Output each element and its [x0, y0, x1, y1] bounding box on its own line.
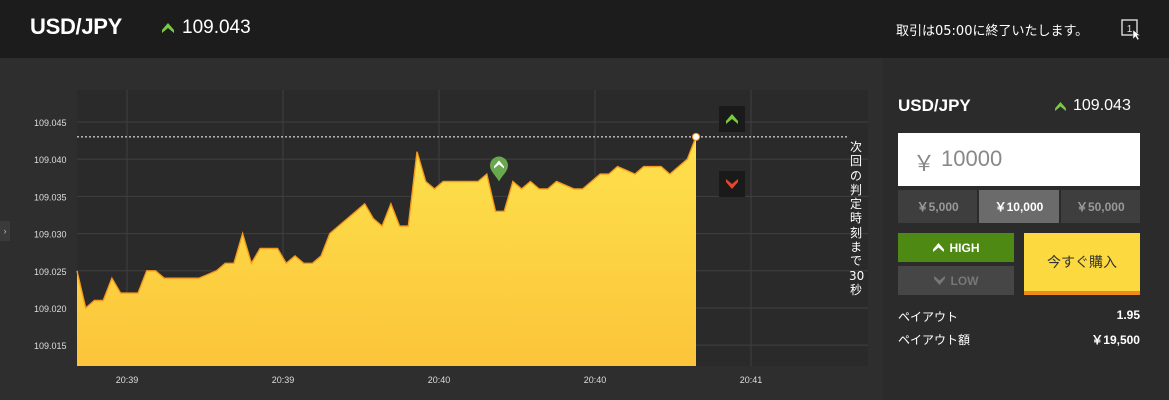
panel-pair-title: USD/JPY [898, 96, 971, 115]
payout-label: ペイアウト [898, 310, 959, 324]
amount-input[interactable]: ￥ 10000 [898, 133, 1140, 186]
down-arrow-icon [933, 276, 945, 285]
up-arrow-icon [932, 243, 944, 252]
preset-50000-button[interactable]: ￥50,000 [1060, 190, 1140, 223]
high-button[interactable]: HIGH [898, 233, 1014, 262]
panel-rate: 109.043 [1055, 97, 1131, 115]
countdown-char: ま [849, 240, 862, 255]
x-tick-label: 20:40 [428, 375, 451, 385]
amount-value: 10000 [941, 146, 1003, 171]
buy-now-button[interactable]: 今すぐ購入 [1024, 233, 1140, 295]
x-tick-label: 20:40 [584, 375, 607, 385]
countdown-char: 時 [849, 211, 862, 226]
high-label: HIGH [949, 240, 980, 255]
preset-10000-button[interactable]: ￥10,000 [979, 190, 1059, 223]
x-tick-label: 20:39 [116, 375, 139, 385]
y-tick-label: 109.045 [34, 118, 67, 128]
header-bar: USD/JPY 109.043 取引は05:00に終了いたします。 1 [0, 0, 1169, 58]
quick-low-button[interactable] [719, 171, 745, 197]
trading-app: USD/JPY 109.043 取引は05:00に終了いたします。 1 › 10… [0, 0, 1169, 400]
down-arrow-icon [726, 179, 738, 189]
up-arrow-icon [162, 23, 174, 33]
y-tick-label: 109.040 [34, 155, 67, 165]
countdown-char: 秒 [849, 282, 862, 297]
x-tick-label: 20:41 [740, 375, 763, 385]
window-icon-label: 1 [1127, 24, 1133, 35]
header-rate-value: 109.043 [182, 17, 251, 38]
up-arrow-icon [726, 114, 738, 124]
header-rate: 109.043 [162, 17, 251, 39]
payout-row: ペイアウト 1.95 [898, 308, 1140, 325]
y-tick-label: 109.035 [34, 192, 67, 202]
header-pair-title: USD/JPY [30, 14, 123, 39]
countdown-char: 30 [849, 268, 865, 283]
payout-amount-row: ペイアウト額 ￥19,500 [898, 331, 1140, 348]
panel-rate-value: 109.043 [1073, 97, 1131, 114]
countdown-char: で [849, 254, 862, 269]
y-tick-label: 109.020 [34, 304, 67, 314]
low-button[interactable]: LOW [898, 266, 1014, 295]
currency-symbol: ￥ [913, 151, 936, 176]
up-arrow-icon [1055, 101, 1066, 111]
amount-presets: ￥5,000 ￥10,000 ￥50,000 [898, 190, 1140, 223]
price-chart: 109.045 109.040 109.035 109.030 109.025 109.0… [34, 90, 868, 385]
trading-close-message: 取引は05:00に終了いたします。 [896, 24, 1089, 39]
countdown-char: 次 [849, 140, 862, 154]
x-tick-label: 20:39 [272, 375, 295, 385]
countdown-char: の [849, 168, 862, 183]
payout-amount-label: ペイアウト額 [898, 333, 971, 347]
low-label: LOW [950, 273, 979, 288]
chart-area: › 109.045 109.040 109.035 109.030 109.025 109… [0, 58, 883, 400]
payout-value: 1.95 [1116, 308, 1140, 322]
countdown-label: 次回の判定時刻まで 30 秒 [849, 140, 865, 297]
current-point [692, 132, 700, 141]
preset-5000-button[interactable]: ￥5,000 [898, 190, 978, 223]
countdown-char: 定 [849, 197, 862, 212]
y-tick-label: 109.030 [34, 230, 67, 240]
countdown-char: 判 [849, 182, 862, 197]
single-window-icon[interactable]: 1 [1120, 18, 1142, 40]
order-panel: USD/JPY 109.043 ￥ 10000 ￥5,000 ￥10,000 ￥… [883, 58, 1169, 400]
countdown-char: 刻 [849, 225, 862, 240]
payout-amount-value: ￥19,500 [1091, 333, 1140, 347]
y-tick-label: 109.015 [34, 341, 67, 351]
y-tick-label: 109.025 [34, 267, 67, 277]
quick-high-button[interactable] [719, 106, 745, 132]
countdown-char: 回 [849, 154, 862, 169]
